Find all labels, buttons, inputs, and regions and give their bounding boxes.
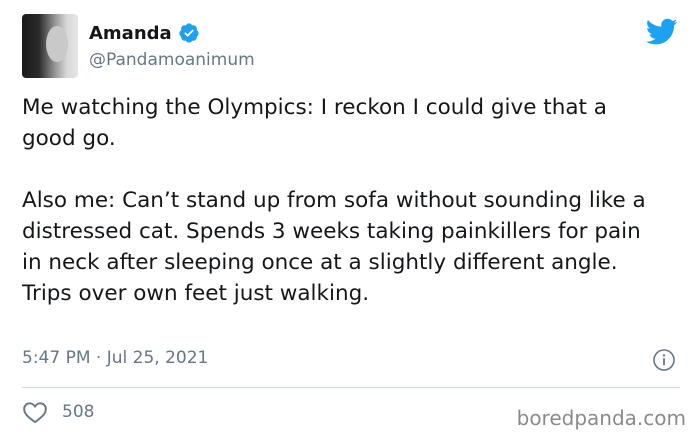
tweet-text: Me watching the Olympics: I reckon I cou… xyxy=(22,92,662,309)
divider xyxy=(22,387,680,388)
like-count: 508 xyxy=(62,402,95,422)
like-action[interactable]: 508 xyxy=(22,400,94,424)
author-handle[interactable]: @Pandamoanimum xyxy=(89,50,255,70)
avatar[interactable] xyxy=(22,14,78,78)
avatar-face xyxy=(46,26,68,62)
verified-badge-icon xyxy=(179,23,199,43)
author-name-row: Amanda xyxy=(89,22,200,44)
display-name[interactable]: Amanda xyxy=(89,23,172,44)
heart-icon[interactable] xyxy=(22,400,48,424)
tweet-paragraph: Also me: Can’t stand up from sofa withou… xyxy=(22,188,646,306)
tweet-timestamp[interactable]: 5:47 PM · Jul 25, 2021 xyxy=(22,348,208,368)
tweet-paragraph: Me watching the Olympics: I reckon I cou… xyxy=(22,95,607,151)
twitter-bird-icon[interactable] xyxy=(646,18,678,46)
watermark: boredpanda.com xyxy=(516,406,686,430)
info-icon[interactable] xyxy=(652,348,676,372)
